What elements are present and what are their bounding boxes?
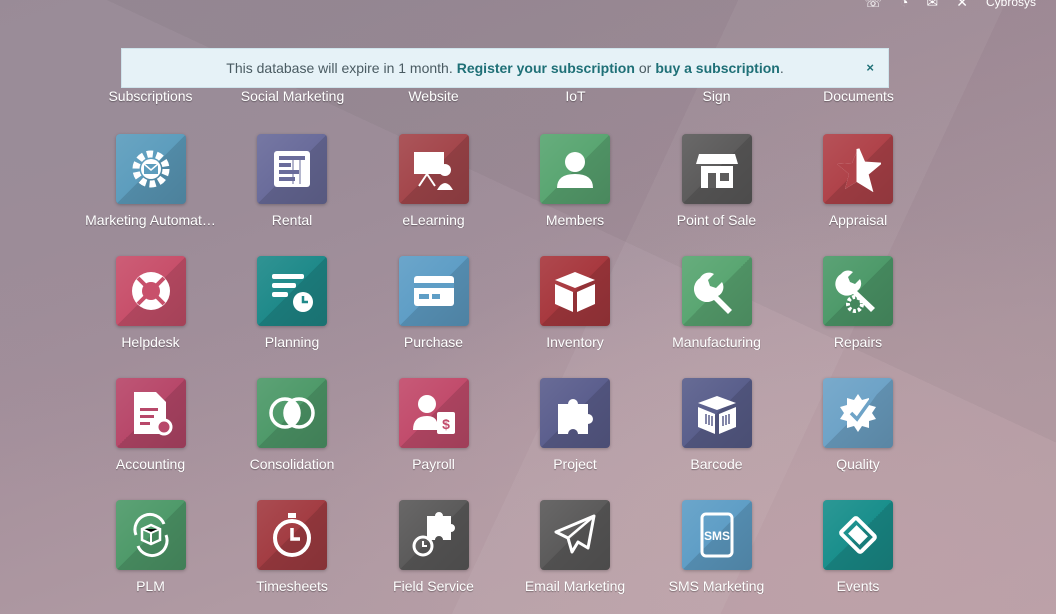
app-events[interactable]: Events (788, 500, 929, 610)
app-label: Repairs (833, 334, 883, 350)
app-barcode[interactable]: Barcode (646, 378, 787, 488)
app-label: eLearning (402, 212, 465, 228)
field-service-icon[interactable] (398, 500, 469, 570)
events-icon[interactable] (823, 500, 893, 570)
banner-or: or (638, 60, 652, 76)
app-appraisal[interactable]: Appraisal (788, 134, 929, 244)
point-of-sale-icon[interactable] (681, 134, 752, 204)
app-label-documents[interactable]: Documents (788, 88, 929, 104)
chat-icon[interactable]: ✉ (927, 0, 939, 11)
timesheets-icon[interactable] (257, 500, 327, 570)
app-label-social-marketing[interactable]: Social Marketing (222, 88, 363, 104)
app-label: Manufacturing (672, 334, 761, 350)
accounting-icon[interactable] (115, 378, 186, 448)
app-purchase[interactable]: Purchase (363, 256, 504, 366)
app-label: Marketing Automat… (85, 212, 216, 228)
repairs-icon[interactable] (823, 256, 893, 326)
elearning-icon[interactable] (398, 134, 469, 204)
svg-text:SMS: SMS (703, 529, 729, 543)
app-label-website[interactable]: Website (363, 88, 504, 104)
close-icon[interactable]: ✕ (956, 0, 968, 11)
app-label: Project (553, 456, 597, 472)
appraisal-icon[interactable] (823, 134, 893, 204)
register-subscription-link[interactable]: Register your subscription (457, 60, 635, 76)
app-label: Events (836, 578, 880, 594)
consolidation-icon[interactable] (257, 378, 327, 448)
app-label: Purchase (403, 334, 464, 350)
app-label-subscriptions[interactable]: Subscriptions (80, 88, 221, 104)
app-label-iot[interactable]: IoT (505, 88, 646, 104)
app-label: Members (545, 212, 605, 228)
app-point-of-sale[interactable]: Point of Sale (646, 134, 787, 244)
app-consolidation[interactable]: Consolidation (222, 378, 363, 488)
payroll-icon[interactable]: $ (398, 378, 469, 448)
app-project[interactable]: Project (505, 378, 646, 488)
app-label-sign[interactable]: Sign (646, 88, 787, 104)
buy-subscription-link[interactable]: buy a subscription (655, 60, 779, 76)
plm-icon[interactable] (115, 500, 186, 570)
banner-end: . (779, 60, 784, 76)
manufacturing-icon[interactable] (681, 256, 752, 326)
members-icon[interactable] (540, 134, 610, 204)
rental-icon[interactable] (257, 134, 327, 204)
app-label: Appraisal (828, 212, 888, 228)
quality-icon[interactable] (823, 378, 893, 448)
app-marketing-automation[interactable]: Marketing Automat… (80, 134, 221, 244)
planning-icon[interactable] (257, 256, 327, 326)
app-manufacturing[interactable]: Manufacturing (646, 256, 787, 366)
app-planning[interactable]: Planning (222, 256, 363, 366)
purchase-icon[interactable] (398, 256, 469, 326)
barcode-icon[interactable] (681, 378, 752, 448)
app-label: Quality (836, 456, 880, 472)
phone-icon[interactable]: ☏ (865, 0, 883, 11)
app-quality[interactable]: Quality (788, 378, 929, 488)
app-label: Email Marketing (524, 578, 626, 594)
app-field-service[interactable]: Field Service (363, 500, 504, 610)
app-label: Accounting (115, 456, 186, 472)
app-label: Barcode (690, 456, 743, 472)
app-email-marketing[interactable]: Email Marketing (505, 500, 646, 610)
svg-text:$: $ (442, 416, 450, 432)
email-marketing-icon[interactable] (540, 500, 610, 570)
app-label: Rental (271, 212, 313, 228)
project-icon[interactable] (540, 378, 610, 448)
app-label: SMS Marketing (668, 578, 765, 594)
app-label: Timesheets (256, 578, 328, 594)
user-menu[interactable]: Cybrosys (986, 0, 1036, 9)
marketing-automation-icon[interactable] (115, 134, 186, 204)
banner-close-button[interactable]: × (866, 60, 874, 75)
app-label: Consolidation (249, 456, 335, 472)
app-accounting[interactable]: Accounting (80, 378, 221, 488)
app-sms-marketing[interactable]: SMS SMS Marketing (646, 500, 787, 610)
app-inventory[interactable]: Inventory (505, 256, 646, 366)
partial-app-row: Subscriptions Social Marketing Website I… (80, 88, 980, 108)
app-label: Helpdesk (121, 334, 180, 350)
app-label: Planning (264, 334, 320, 350)
app-payroll[interactable]: $ Payroll (363, 378, 504, 488)
app-label: Inventory (546, 334, 604, 350)
app-label: Point of Sale (676, 212, 757, 228)
systray: ☏ ◔ ✉ ✕ Cybrosys (865, 0, 1036, 12)
app-repairs[interactable]: Repairs (788, 256, 929, 366)
app-rental[interactable]: Rental (222, 134, 363, 244)
app-label: PLM (136, 578, 165, 594)
app-elearning[interactable]: eLearning (363, 134, 504, 244)
app-timesheets[interactable]: Timesheets (222, 500, 363, 610)
app-label: Payroll (412, 456, 455, 472)
timer-icon[interactable]: ◔ (900, 0, 908, 10)
banner-text: This database will expire in 1 month. (226, 60, 453, 76)
expiration-banner: This database will expire in 1 month. Re… (121, 48, 889, 88)
app-helpdesk[interactable]: Helpdesk (80, 256, 221, 366)
app-members[interactable]: Members (505, 134, 646, 244)
inventory-icon[interactable] (540, 256, 610, 326)
helpdesk-icon[interactable] (115, 256, 186, 326)
app-label: Field Service (393, 578, 474, 594)
app-plm[interactable]: PLM (80, 500, 221, 610)
sms-marketing-icon[interactable]: SMS (681, 500, 752, 570)
